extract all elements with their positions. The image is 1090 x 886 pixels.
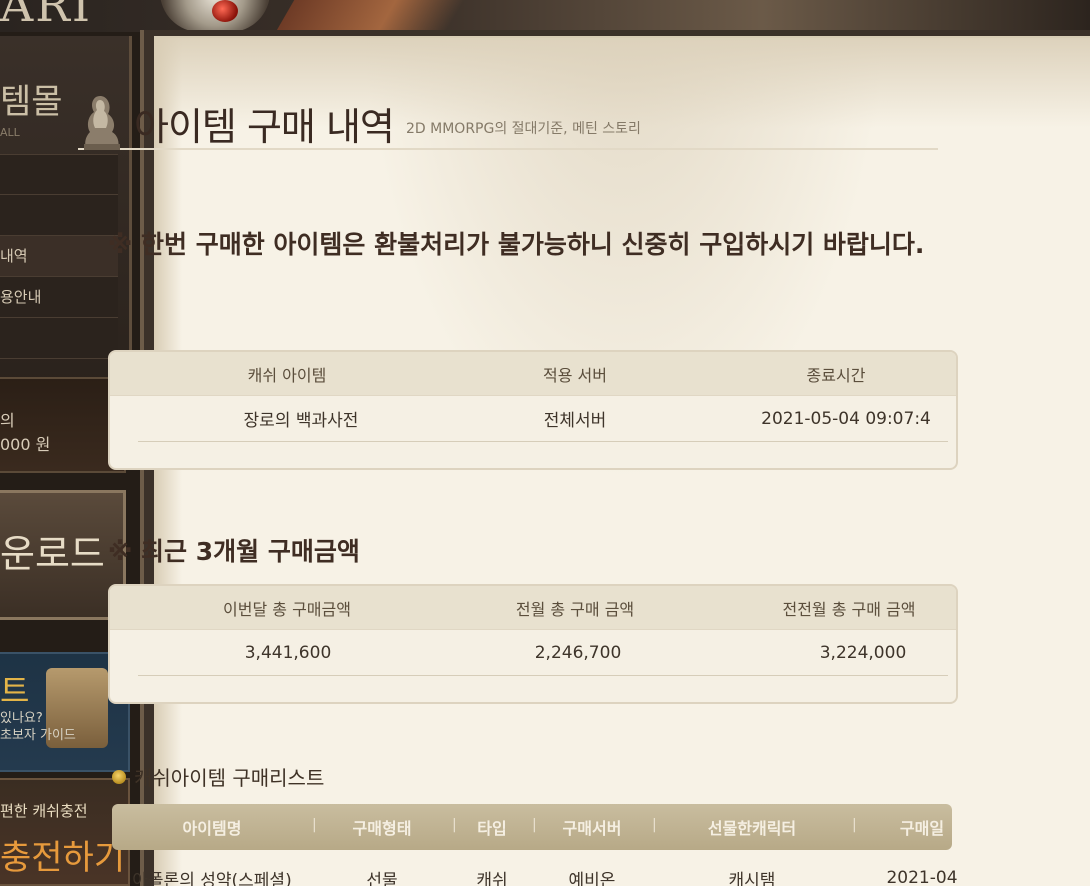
column-header-end-time: 종료시간	[806, 365, 866, 385]
column-header-two-months-ago: 전전월 총 구매 금액	[782, 599, 916, 619]
cell-end-time: 2021-05-04 09:07:4	[761, 408, 931, 429]
cell-last-month-total: 2,246,700	[534, 642, 622, 663]
refund-notice: ※ 한번 구매한 아이템은 환불처리가 불가능하니 신중히 구입하시기 바랍니다…	[108, 230, 925, 259]
download-label: 운로드	[0, 532, 105, 576]
table-header: 이번달 총 구매금액 전월 총 구매 금액 전전월 총 구매 금액	[110, 586, 956, 630]
guide-banner-line2: 초보자 가이드	[0, 728, 76, 743]
cash-balance-label: 의	[0, 411, 15, 430]
cell-item-name: 아폴론의 성약(스페셜)	[132, 870, 292, 886]
cash-balance-amount: 000 원	[0, 435, 51, 454]
recent-title-prefix: ※ 최근	[108, 537, 196, 566]
table-header: 캐쉬 아이템 적용 서버 종료시간	[110, 352, 956, 396]
cell-item-name: 장로의 백과사전	[243, 411, 359, 431]
charge-banner-text: 편한 캐쉬충전	[0, 802, 88, 820]
column-header-purchase-type: 구매형태	[312, 815, 452, 839]
recent-title-number: 3	[195, 537, 214, 566]
sidebar-item-purchase-history[interactable]: 내역	[0, 236, 118, 277]
item-mall-title: 템몰	[0, 82, 63, 122]
table-row: 3,441,600 2,246,700 3,224,000	[138, 630, 948, 676]
cell-type: 캐쉬	[476, 870, 508, 886]
page-subtitle: 2D MMORPG의 절대기준, 메틴 스토리	[406, 121, 641, 137]
recent-title-suffix: 개월 구매금액	[213, 537, 360, 566]
brand-logo-text[interactable]: ARI	[0, 0, 92, 32]
knight-statue-icon	[84, 96, 120, 150]
current-item-table: 캐쉬 아이템 적용 서버 종료시간 장로의 백과사전 전체서버 2021-05-…	[108, 350, 958, 470]
column-header-gift-character: 선물한캐릭터	[652, 815, 852, 839]
cash-charge-banner[interactable]: 편한 캐쉬충전 충전하기	[0, 778, 130, 886]
column-header-type: 타입	[452, 815, 532, 839]
guide-banner-title: 트	[0, 672, 30, 710]
cell-this-month-total: 3,441,600	[244, 642, 332, 663]
sidebar-menu: 내역 용안내	[0, 154, 118, 359]
column-header-server: 적용 서버	[543, 365, 607, 385]
recent-purchase-table: 이번달 총 구매금액 전월 총 구매 금액 전전월 총 구매 금액 3,441,…	[108, 584, 958, 704]
page-title: 아이템 구매 내역	[134, 105, 395, 149]
column-header-last-month: 전월 총 구매 금액	[515, 599, 635, 619]
cell-two-months-ago-total: 3,224,000	[819, 642, 907, 663]
guide-banner-text: 있나요? 초보자 가이드	[0, 710, 76, 744]
recent-purchase-title: ※ 최근 3개월 구매금액	[108, 532, 360, 568]
table-row: 장로의 백과사전 전체서버 2021-05-04 09:07:4	[138, 396, 948, 442]
cell-server: 전체서버	[543, 411, 607, 431]
sidebar-item-usage-guide[interactable]: 용안내	[0, 277, 118, 318]
bullet-icon	[112, 769, 126, 784]
page-header: 아이템 구매 내역 2D MMORPG의 절대기준, 메틴 스토리	[78, 90, 938, 150]
cell-purchase-date: 2021-04	[886, 868, 958, 886]
sidebar-item-2[interactable]	[0, 195, 118, 236]
cell-purchase-server: 예비온	[568, 870, 616, 886]
sidebar-item-5[interactable]	[0, 318, 118, 359]
purchase-list-title: 캐쉬아이템 구매리스트	[112, 762, 324, 791]
column-header-cash-item: 캐쉬 아이템	[247, 365, 327, 385]
purchase-list-header: 아이템명 구매형태 타입 구매서버 선물한캐릭터 구매일	[112, 804, 952, 850]
cell-purchase-type: 선물	[366, 870, 398, 886]
sidebar-item-1[interactable]	[0, 154, 118, 195]
cell-gift-character: 캐시탬	[728, 870, 776, 886]
column-header-this-month: 이번달 총 구매금액	[223, 599, 351, 619]
mascot-gem-image	[212, 0, 238, 22]
column-header-purchase-server: 구매서버	[532, 815, 652, 839]
mascot-cape-image	[275, 0, 465, 32]
item-mall-subtitle: ALL	[0, 126, 20, 139]
table-row: 아폴론의 성약(스페셜) 선물 캐쉬 예비온 캐시탬 2021-04	[112, 866, 957, 886]
guide-banner-line1: 있나요?	[0, 711, 43, 726]
top-banner: ARI	[0, 0, 1090, 32]
column-header-item-name: 아이템명	[182, 819, 242, 838]
charge-button-label: 충전하기	[0, 838, 126, 878]
column-header-purchase-date: 구매일	[852, 815, 992, 839]
purchase-list-title-text: 캐쉬아이템 구매리스트	[134, 766, 325, 790]
